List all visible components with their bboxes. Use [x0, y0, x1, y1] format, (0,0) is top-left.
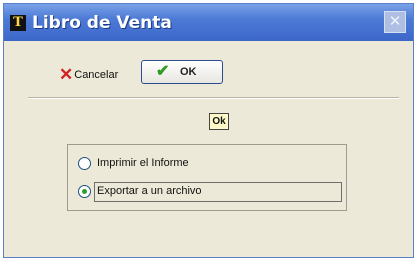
- close-icon: ✕: [388, 13, 402, 30]
- checkmark-icon: ✔: [156, 63, 170, 80]
- window-title: Libro de Venta: [32, 13, 172, 33]
- title-bar[interactable]: T Libro de Venta ✕: [4, 4, 413, 41]
- divider: [28, 97, 399, 99]
- option-label-export: Exportar a un archivo: [97, 185, 202, 197]
- cancel-label: Cancelar: [74, 69, 119, 81]
- close-button[interactable]: ✕: [384, 11, 406, 33]
- dialog-window: T Libro de Venta ✕ ✕Cancelar ✔ OK Ok Imp…: [3, 3, 414, 258]
- app-icon: T: [10, 15, 26, 31]
- cancel-button[interactable]: ✕Cancelar: [59, 65, 118, 85]
- ok-button[interactable]: ✔ OK: [141, 60, 223, 84]
- option-label-print: Imprimir el Informe: [97, 157, 189, 169]
- cancel-x-icon: ✕: [59, 65, 74, 84]
- output-options-group: Imprimir el Informe Exportar a un archiv…: [67, 144, 347, 211]
- ok-small-button[interactable]: Ok: [209, 113, 229, 130]
- ok-label: OK: [180, 66, 197, 78]
- radio-print-report[interactable]: [78, 157, 91, 170]
- radio-export-file[interactable]: [78, 185, 91, 198]
